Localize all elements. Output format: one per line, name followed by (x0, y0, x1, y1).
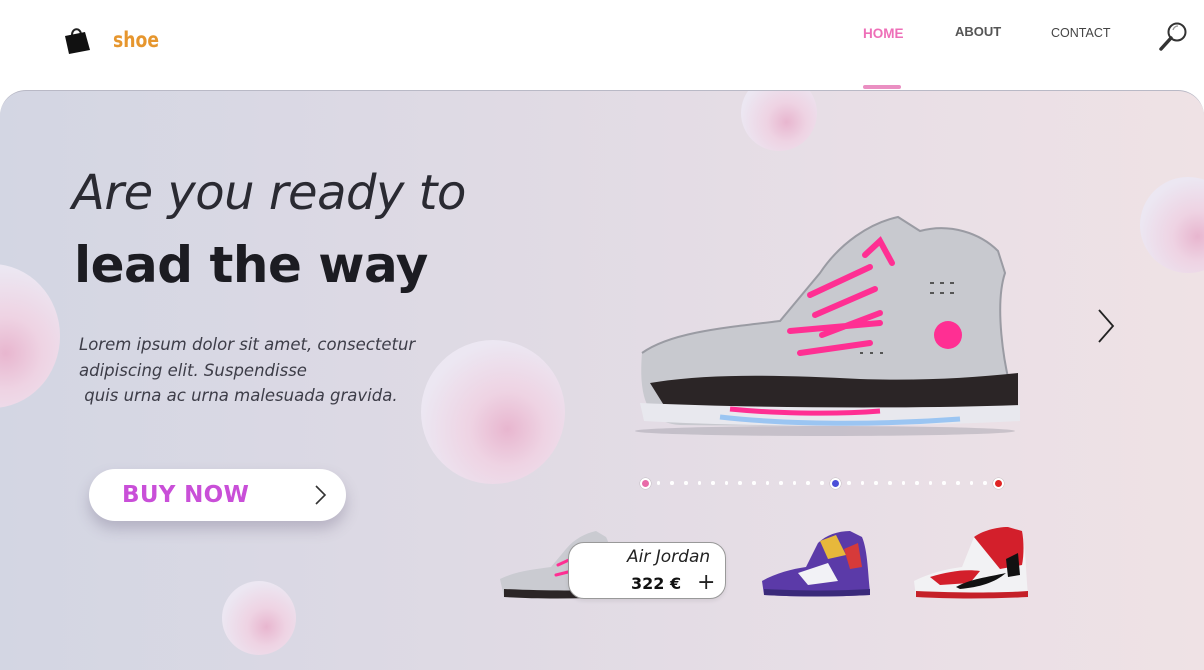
carousel-dot[interactable] (956, 481, 960, 485)
nav-active-indicator (863, 85, 901, 89)
carousel-dot[interactable] (860, 481, 865, 485)
description-line: quis urna ac urna malesuada gravida. (79, 386, 398, 405)
product-thumbnail[interactable] (758, 527, 874, 601)
carousel-dot-highlighted[interactable] (993, 477, 1005, 489)
carousel-dot[interactable] (792, 481, 797, 485)
carousel-dot[interactable] (969, 481, 974, 485)
nav-about[interactable]: ABOUT (955, 24, 1001, 39)
hero-headline-line2: lead the way (74, 236, 428, 294)
carousel-dot[interactable] (915, 481, 919, 485)
decor-bubble (222, 581, 296, 655)
carousel-dot[interactable] (983, 481, 987, 485)
carousel-dot[interactable] (806, 481, 810, 485)
product-thumbnail[interactable] (910, 525, 1034, 603)
decor-bubble (1140, 177, 1204, 273)
nav-contact[interactable]: CONTACT (1051, 26, 1111, 40)
search-icon[interactable] (1156, 20, 1190, 54)
carousel-dot[interactable] (928, 481, 933, 485)
hero-description: Lorem ipsum dolor sit amet, consectetur … (79, 332, 419, 409)
featured-shoe-image (635, 215, 1020, 436)
shopping-bag-icon[interactable] (62, 24, 92, 56)
description-line: Lorem ipsum dolor sit amet, consectetur (79, 335, 416, 354)
carousel-dot[interactable] (765, 481, 770, 485)
carousel-dot[interactable] (820, 481, 824, 485)
product-price: 322 € (631, 574, 682, 593)
carousel-dot[interactable] (684, 481, 688, 485)
nav-home[interactable]: HOME (863, 26, 904, 41)
carousel-dot[interactable] (901, 481, 906, 485)
carousel-dot[interactable] (752, 481, 756, 485)
product-name: Air Jordan (627, 547, 711, 567)
decor-bubble (0, 264, 60, 408)
carousel-dot[interactable] (847, 481, 851, 485)
description-line: adipiscing elit. Suspendisse (79, 360, 307, 380)
carousel-dot[interactable] (697, 481, 702, 485)
hero-section: Are you ready to lead the way Lorem ipsu… (0, 90, 1204, 670)
carousel-dot[interactable] (874, 481, 878, 485)
chevron-right-icon (315, 485, 327, 505)
carousel-dot[interactable] (656, 481, 661, 485)
carousel-dot-highlighted[interactable] (829, 477, 841, 489)
carousel-dot[interactable] (779, 481, 783, 485)
decor-bubble (421, 340, 565, 484)
carousel-dot[interactable] (888, 481, 892, 485)
carousel-dot[interactable] (711, 481, 715, 485)
add-to-cart-button[interactable]: + (697, 570, 715, 595)
carousel-dot-highlighted[interactable] (639, 477, 651, 489)
buy-now-button[interactable]: BUY NOW (89, 469, 346, 521)
site-header: shoe HOME ABOUT CONTACT (0, 0, 1204, 90)
carousel-dot[interactable] (942, 481, 946, 485)
carousel-dot[interactable] (670, 481, 674, 485)
buy-now-label: BUY NOW (122, 482, 250, 508)
chevron-right-icon[interactable] (1094, 307, 1118, 345)
hero-headline-line1: Are you ready to (72, 165, 466, 221)
brand-name[interactable]: shoe (113, 28, 159, 52)
carousel-dot[interactable] (738, 481, 742, 485)
carousel-dot[interactable] (724, 481, 729, 485)
product-card[interactable]: Air Jordan 322 € + (568, 542, 726, 599)
decor-bubble (741, 91, 817, 151)
